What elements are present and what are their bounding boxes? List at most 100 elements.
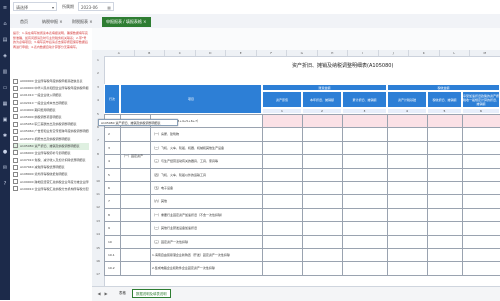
next-sheet-icon[interactable]: ▶ — [103, 289, 109, 298]
column-header[interactable]: M — [470, 50, 500, 56]
checkbox-icon[interactable] — [13, 157, 18, 163]
row-header[interactable]: 4 — [92, 98, 104, 102]
data-cell[interactable] — [302, 261, 342, 274]
column-header[interactable]: G — [287, 50, 318, 56]
row-header[interactable]: 5 — [92, 112, 104, 116]
form-list-item[interactable]: A100000 中华人民共和国企业所得税年度纳税申报表 — [13, 85, 89, 92]
report-icon[interactable]: ▣ — [2, 118, 8, 123]
chart-icon[interactable]: ▥ — [2, 70, 8, 75]
form-list-item[interactable]: A107010 免税、减计收入及加计扣除优惠明细表 — [13, 157, 89, 164]
row-header[interactable]: 8 — [92, 152, 104, 156]
data-cell[interactable] — [262, 221, 302, 234]
row-header[interactable]: 9 — [92, 165, 104, 169]
menu-icon[interactable]: ≡ — [2, 6, 8, 11]
data-cell[interactable] — [387, 208, 427, 221]
data-cell[interactable] — [427, 181, 462, 194]
data-cell[interactable] — [462, 181, 500, 194]
company-select[interactable]: 请选择 ▾ — [13, 2, 57, 11]
data-cell[interactable] — [302, 168, 342, 181]
checkbox-icon[interactable] — [13, 100, 18, 106]
tab-home[interactable]: 首页 — [16, 17, 32, 27]
data-cell[interactable] — [302, 221, 342, 234]
data-cell[interactable] — [462, 127, 500, 140]
checkbox-icon[interactable] — [13, 78, 18, 84]
close-icon[interactable]: × — [143, 19, 146, 24]
data-cell[interactable] — [387, 235, 427, 248]
row-header[interactable]: 16 — [92, 259, 104, 263]
data-cell[interactable] — [462, 114, 500, 127]
data-cell[interactable] — [302, 194, 342, 207]
form-list-item[interactable]: A105070 捐赠支出及纳税调整明细表 — [13, 136, 89, 143]
data-cell[interactable] — [462, 194, 500, 207]
checkbox-icon[interactable] — [13, 143, 18, 149]
data-cell[interactable] — [342, 141, 387, 154]
data-cell[interactable] — [342, 181, 387, 194]
form-list-item[interactable]: A000000 企业所得税年度纳税申报基础信息表 — [13, 78, 89, 85]
column-header[interactable]: A — [104, 50, 135, 56]
checkbox-icon[interactable] — [13, 171, 18, 177]
data-cell[interactable] — [427, 235, 462, 248]
form-list-item[interactable]: A105050 职工薪酬支出及纳税调整明细表 — [13, 121, 89, 128]
data-cell[interactable] — [342, 154, 387, 167]
tab-filing-form[interactable]: 申报报表 / 填报表格 × — [102, 17, 151, 27]
data-cell[interactable] — [342, 168, 387, 181]
column-header[interactable]: I — [348, 50, 379, 56]
data-cell[interactable] — [342, 235, 387, 248]
form-list-item[interactable]: A105000 纳税调整项目明细表 — [13, 114, 89, 121]
data-cell[interactable] — [342, 248, 387, 261]
checkbox-icon[interactable] — [13, 128, 18, 134]
column-header[interactable]: J — [379, 50, 409, 56]
data-cell[interactable] — [302, 154, 342, 167]
data-cell[interactable] — [427, 261, 462, 274]
column-header[interactable]: K — [409, 50, 440, 56]
data-cell[interactable] — [342, 194, 387, 207]
calendar-icon[interactable]: ▦ — [2, 102, 8, 107]
form-list-item[interactable]: A101010 一般企业收入明细表 — [13, 92, 89, 99]
data-cell[interactable] — [387, 141, 427, 154]
data-cell[interactable] — [462, 261, 500, 274]
data-cell[interactable] — [342, 221, 387, 234]
checkbox-icon[interactable] — [13, 179, 18, 185]
data-cell[interactable] — [262, 261, 302, 274]
data-cell[interactable] — [262, 154, 302, 167]
tab-financial-reports[interactable]: 财税报表 × — [68, 17, 97, 27]
data-cell[interactable] — [262, 235, 302, 248]
data-cell[interactable] — [427, 208, 462, 221]
data-cell[interactable] — [387, 248, 427, 261]
form-list-item[interactable]: A104000 期间费用明细表 — [13, 107, 89, 114]
data-cell[interactable] — [262, 127, 302, 140]
form-list-item[interactable]: A106000 企业所得税弥补亏损明细表 — [13, 150, 89, 157]
checkbox-icon[interactable] — [13, 186, 18, 192]
tax-icon[interactable]: ◈ — [2, 54, 8, 59]
row-header[interactable]: 11 — [92, 192, 104, 196]
data-cell[interactable] — [427, 114, 462, 127]
data-cell[interactable] — [427, 248, 462, 261]
data-cell[interactable] — [427, 127, 462, 140]
form-list-item[interactable]: A105060 广告费和业务宣传费跨年度纳税调整明细表 — [13, 128, 89, 135]
form-list-item[interactable]: A102010 一般企业成本支出明细表 — [13, 100, 89, 107]
column-header[interactable]: E — [226, 50, 257, 56]
help-icon[interactable]: ? — [2, 182, 8, 187]
data-cell[interactable] — [387, 261, 427, 274]
column-header[interactable]: H — [318, 50, 348, 56]
data-cell[interactable] — [262, 168, 302, 181]
data-cell[interactable] — [262, 194, 302, 207]
data-cell[interactable] — [302, 181, 342, 194]
data-cell[interactable] — [387, 127, 427, 140]
checkbox-icon[interactable] — [13, 164, 18, 170]
data-cell[interactable] — [462, 221, 500, 234]
data-cell[interactable] — [387, 194, 427, 207]
prev-sheet-icon[interactable]: ◀ — [96, 289, 102, 298]
row-header[interactable]: 3 — [92, 85, 104, 89]
close-icon[interactable]: × — [59, 19, 62, 24]
user-icon[interactable]: ● — [2, 150, 8, 155]
data-cell[interactable] — [462, 154, 500, 167]
data-cell[interactable] — [387, 154, 427, 167]
data-cell[interactable] — [302, 141, 342, 154]
checkbox-icon[interactable] — [13, 92, 18, 98]
data-cell[interactable] — [387, 168, 427, 181]
data-cell[interactable] — [302, 127, 342, 140]
data-cell[interactable] — [262, 208, 302, 221]
column-header[interactable]: C — [165, 50, 196, 56]
checkbox-icon[interactable] — [13, 150, 18, 156]
